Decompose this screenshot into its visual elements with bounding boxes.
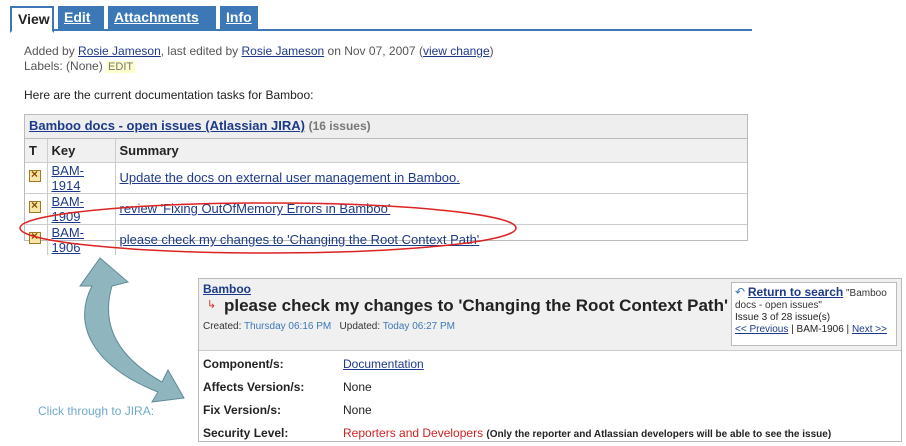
click-through-caption: Click through to JIRA: xyxy=(38,404,155,418)
security-level-label: Security Level: xyxy=(203,426,289,440)
affects-version-label: Affects Version/s: xyxy=(203,380,305,394)
security-level-value: Reporters and Developers (Only the repor… xyxy=(343,426,831,440)
fix-version-label: Fix Version/s: xyxy=(203,403,282,417)
subtask-arrow-icon: ↳ xyxy=(207,299,217,311)
component-label: Component/s: xyxy=(203,357,284,371)
created-label: Created: xyxy=(203,321,244,332)
jira-issue-detail: Bamboo ↳ please check my changes to 'Cha… xyxy=(198,278,902,442)
search-navigation-box: ↶ Return to search "Bamboo docs - open i… xyxy=(731,282,897,346)
security-level-text: Reporters and Developers xyxy=(343,426,484,440)
fix-version-value: None xyxy=(343,403,372,417)
security-level-note: (Only the reporter and Atlassian develop… xyxy=(486,429,832,440)
component-link[interactable]: Documentation xyxy=(343,357,424,371)
project-link[interactable]: Bamboo xyxy=(203,282,251,296)
component-value: Documentation xyxy=(343,357,424,371)
current-issue-key: | BAM-1906 | xyxy=(788,324,852,335)
issue-header: Bamboo ↳ please check my changes to 'Cha… xyxy=(199,279,901,351)
updated-value: Today 06:27 PM xyxy=(382,321,456,332)
issue-dates: Created: Thursday 06:16 PM Updated: Toda… xyxy=(203,321,455,332)
click-through-arrow-icon xyxy=(79,257,185,403)
return-arrow-icon: ↶ xyxy=(735,285,746,299)
next-issue-link[interactable]: Next >> xyxy=(852,324,887,335)
return-to-search-link[interactable]: Return to search xyxy=(748,285,843,299)
created-value: Thursday 06:16 PM xyxy=(243,321,332,332)
affects-version-value: None xyxy=(343,380,372,394)
highlight-ellipse xyxy=(19,202,517,254)
previous-issue-link[interactable]: << Previous xyxy=(735,324,788,335)
issue-title: please check my changes to 'Changing the… xyxy=(224,296,729,315)
updated-label: Updated: xyxy=(331,321,383,332)
issue-position: Issue 3 of 28 issue(s) xyxy=(735,312,831,323)
